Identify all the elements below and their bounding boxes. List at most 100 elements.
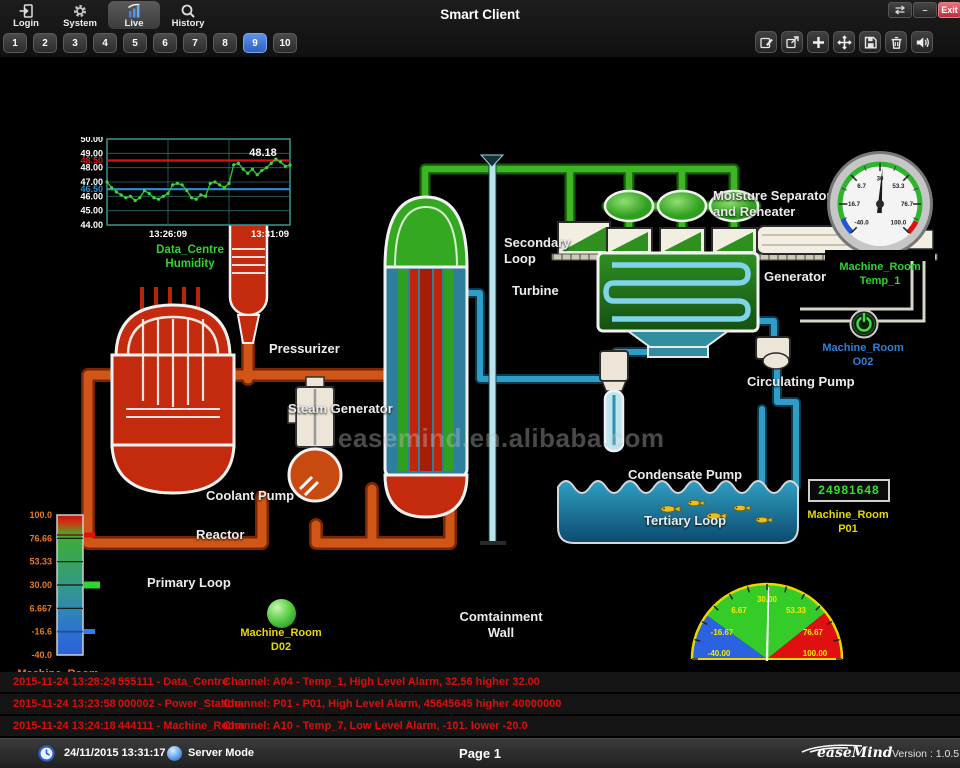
svg-text:44.00: 44.00	[80, 220, 103, 230]
label-condensate-pump: Condensate Pump	[628, 467, 742, 483]
delete-button[interactable]	[885, 31, 907, 53]
page-button[interactable]: 4	[93, 33, 117, 53]
status-version: Version : 1.0.5	[892, 748, 959, 760]
digital-display: 24981648	[808, 479, 890, 502]
export-button[interactable]	[781, 31, 803, 53]
svg-text:100.0: 100.0	[29, 510, 52, 520]
page-button[interactable]: 8	[213, 33, 237, 53]
power-button[interactable]	[849, 309, 879, 339]
page-button[interactable]: 3	[63, 33, 87, 53]
smart-client-window: Login System Live History Smart Client –…	[0, 0, 960, 768]
alarm-message: Channel: A10 - Temp_7, Low Level Alarm, …	[223, 716, 528, 736]
sync-button[interactable]	[888, 2, 912, 18]
speaker-icon	[915, 35, 930, 50]
edit-icon	[759, 35, 774, 50]
trend-chart: 50.00 49.00 48.00 47.00 46.00 45.00 44.0…	[57, 137, 302, 277]
alarm-source: 555111 - Data_Centre	[118, 672, 228, 692]
minimize-button[interactable]: –	[913, 2, 937, 18]
move-button[interactable]	[833, 31, 855, 53]
moisture-separator-vessel	[605, 191, 653, 221]
svg-text:Humidity: Humidity	[165, 258, 215, 270]
save-button[interactable]	[859, 31, 881, 53]
label-generator: Generator	[764, 269, 826, 285]
save-icon	[863, 35, 878, 50]
trend-current-value: 48.18	[249, 147, 277, 159]
label-tertiary-loop: Tertiary Loop	[644, 513, 726, 529]
svg-text:6.667: 6.667	[29, 603, 52, 613]
page-button[interactable]: 9	[243, 33, 267, 53]
label-secondary-loop: SecondaryLoop	[504, 235, 570, 267]
svg-text:-16.67: -16.67	[711, 628, 734, 637]
svg-text:76.66: 76.66	[29, 533, 52, 543]
label-turbine: Turbine	[512, 283, 559, 299]
svg-text:-16.7: -16.7	[846, 201, 861, 208]
svg-text:-40.0: -40.0	[855, 220, 870, 227]
coolant-pump-body	[288, 377, 341, 501]
steam-generator-vessel	[385, 197, 467, 517]
alarm-time: 2015-11-24 13:23:58	[13, 694, 116, 714]
page-button[interactable]: 10	[273, 33, 297, 53]
alarm-list: 2015-11-24 13:28:24 555111 - Data_Centre…	[0, 672, 960, 738]
label-moisture-separator: Moisture Separatorand Reheater	[713, 188, 843, 220]
circulating-pump-body	[756, 337, 790, 369]
trend-alarm-high-label: 48.50	[80, 156, 103, 166]
label-coolant-pump: Coolant Pump	[206, 488, 294, 504]
exit-button[interactable]: Exit	[938, 2, 960, 18]
svg-text:100.0: 100.0	[891, 220, 907, 227]
move-icon	[837, 35, 852, 50]
label-steam-generator: Steam Generator	[288, 401, 393, 417]
svg-text:50.00: 50.00	[80, 137, 103, 144]
page-button[interactable]: 6	[153, 33, 177, 53]
alarm-message: Channel: A04 - Temp_1, High Level Alarm,…	[223, 672, 540, 692]
alarm-row[interactable]: 2015-11-24 13:23:58 000002 - Power_Stati…	[0, 694, 960, 716]
temp2-bar-gauge: 100.0 76.66 53.33 30.00 6.667 -16.6 -40.…	[12, 507, 122, 667]
page-button[interactable]: 1	[3, 33, 27, 53]
edit-button[interactable]	[755, 31, 777, 53]
alarm-row[interactable]: 2015-11-24 13:28:24 555111 - Data_Centre…	[0, 672, 960, 694]
svg-text:-40.0: -40.0	[31, 650, 52, 660]
alarm-row[interactable]: 2015-11-24 13:24:18 444111 - Machine_Roo…	[0, 716, 960, 738]
svg-text:53.3: 53.3	[892, 183, 905, 190]
bar-low-marker	[84, 629, 95, 634]
svg-text:45.00: 45.00	[80, 206, 103, 216]
svg-text:30.00: 30.00	[29, 580, 52, 590]
label-pressurizer: Pressurizer	[269, 341, 340, 357]
add-button[interactable]	[807, 31, 829, 53]
svg-text:6.7: 6.7	[857, 183, 866, 190]
label-containment-wall: ComtainmentWall	[455, 609, 547, 641]
temp1-gauge: -40.0 -16.7 6.7 30 53.3 76.7 100.0	[825, 149, 935, 261]
status-ball-label: Machine_RoomD02	[231, 626, 331, 654]
brand-logo: easeMind	[817, 745, 893, 761]
window-title: Smart Client	[0, 7, 960, 22]
label-primary-loop: Primary Loop	[147, 575, 231, 591]
alarm-time: 2015-11-24 13:24:18	[13, 716, 116, 736]
temp3-gauge: -40.00 -16.67 6.67 30.00 53.33 76.67 100…	[687, 577, 847, 674]
svg-text:100.00: 100.00	[803, 649, 828, 658]
trend-title: Data_Centre Humidity	[156, 244, 224, 270]
cooling-basin	[558, 481, 798, 543]
temp1-gauge-label: Machine_RoomTemp_1	[820, 260, 940, 288]
svg-text:76.7: 76.7	[901, 201, 914, 208]
condensate-pump-body	[600, 351, 628, 451]
svg-text:-16.6: -16.6	[31, 627, 52, 637]
svg-text:53.33: 53.33	[786, 606, 807, 615]
label-reactor: Reactor	[196, 527, 244, 543]
temp2-bar-ticks: 100.0 76.66 53.33 30.00 6.667 -16.6 -40.…	[29, 510, 52, 660]
page-button[interactable]: 5	[123, 33, 147, 53]
power-button-label: Machine_RoomO02	[813, 341, 913, 369]
status-ball-indicator	[267, 599, 296, 628]
mimic-canvas: easemind.en.alibaba.com Moisture Separat…	[0, 57, 960, 672]
volume-button[interactable]	[911, 31, 933, 53]
bar-high-marker	[84, 533, 95, 538]
alarm-message: Channel: P01 - P01, High Level Alarm, 45…	[223, 694, 561, 714]
sync-icon	[893, 4, 907, 16]
trend-y-axis: 50.00 49.00 48.00 47.00 46.00 45.00 44.0…	[80, 137, 103, 230]
svg-text:53.33: 53.33	[29, 557, 52, 567]
page-button[interactable]: 7	[183, 33, 207, 53]
page-button[interactable]: 2	[33, 33, 57, 53]
condenser	[598, 253, 758, 357]
bar-value-marker	[84, 582, 100, 589]
digital-display-label: Machine_RoomP01	[802, 508, 894, 536]
alarm-time: 2015-11-24 13:28:24	[13, 672, 116, 692]
trend-alarm-low-label: 46.50	[80, 184, 103, 194]
